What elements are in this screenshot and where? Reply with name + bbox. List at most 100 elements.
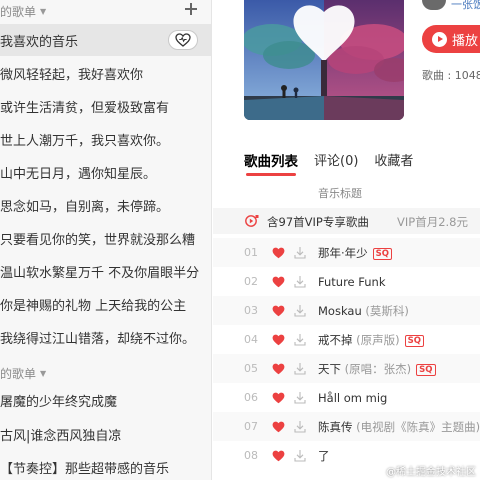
- watermark: @稀土掘金技术社区: [386, 467, 476, 478]
- download-icon[interactable]: [294, 391, 306, 404]
- track-title: 陈真传 (电视剧《陈真》主题曲): [318, 419, 480, 435]
- sidebar-playlist-item[interactable]: 思念如马，自别离，未停蹄。: [0, 189, 211, 221]
- download-icon[interactable]: [294, 246, 306, 259]
- playlist-label: 我绕得过江山错落，却绕不过你。: [0, 331, 196, 347]
- playlist-label: 屠魔的少年终究成魔: [0, 394, 118, 410]
- created-playlists-header[interactable]: 的歌单 ▼: [0, 1, 46, 21]
- playlist-label: 世上人潮万千，我只喜欢你。: [0, 133, 170, 149]
- track-row[interactable]: 03 Moskau (莫斯科): [213, 296, 480, 325]
- track-subtitle: (电视剧《陈真》主题曲): [356, 419, 480, 434]
- tab-subscribers[interactable]: 收藏者: [374, 150, 413, 176]
- sidebar-item-liked-music[interactable]: 我喜欢的音乐: [0, 24, 211, 56]
- playlist-label: 温山软水繁星万千 不及你眉眼半分: [0, 265, 200, 281]
- track-name: 戒不掉: [318, 332, 353, 347]
- playlist-label: 只要看见你的笑，世界就没那么糟: [0, 232, 196, 248]
- liked-heart-icon[interactable]: [272, 305, 285, 317]
- heartbeat-mode-button[interactable]: [168, 30, 198, 50]
- tab-song-list[interactable]: 歌曲列表: [244, 150, 298, 176]
- tab-label: 歌曲列表: [244, 154, 298, 170]
- track-subtitle: (原声版): [356, 332, 400, 347]
- song-count: 歌曲 : 1048: [422, 69, 480, 82]
- playlist-cover[interactable]: [244, 0, 404, 120]
- sidebar-playlist-item[interactable]: 只要看见你的笑，世界就没那么糟: [0, 222, 211, 254]
- play-icon: [432, 31, 447, 47]
- track-title: 那年·年少 SQ: [318, 245, 393, 261]
- chevron-down-icon: ▼: [40, 368, 47, 378]
- column-header-title[interactable]: 音乐标题: [318, 185, 362, 201]
- playlist-label: 思念如马，自别离，未停蹄。: [0, 199, 170, 215]
- liked-heart-icon[interactable]: [272, 247, 285, 259]
- playlist-detail: 一张饭 播放 歌曲 : 1048 歌曲列表 评论(0) 收藏者 音乐标题 含97…: [213, 0, 480, 480]
- download-icon[interactable]: [294, 362, 306, 375]
- track-row[interactable]: 02 Future Funk: [213, 267, 480, 296]
- active-tab-indicator: [246, 173, 296, 176]
- track-number: 05: [244, 362, 258, 375]
- download-icon[interactable]: [294, 304, 306, 317]
- vip-songs-banner[interactable]: 含97首VIP专享歌曲 VIP首月2.8元: [213, 208, 480, 234]
- tab-label: 收藏者: [374, 154, 414, 169]
- download-icon[interactable]: [294, 333, 306, 346]
- track-row[interactable]: 01 那年·年少 SQ: [213, 238, 480, 267]
- track-title: Håll om mig: [318, 391, 387, 405]
- sq-badge: SQ: [372, 247, 393, 260]
- liked-heart-icon[interactable]: [272, 334, 285, 346]
- track-row[interactable]: 07 陈真传 (电视剧《陈真》主题曲): [213, 412, 480, 441]
- detail-tabs: 歌曲列表 评论(0) 收藏者: [244, 150, 429, 176]
- liked-heart-icon[interactable]: [272, 363, 285, 375]
- play-all-button[interactable]: 播放: [422, 25, 480, 53]
- track-name: 那年·年少: [318, 245, 368, 260]
- liked-heart-icon[interactable]: [272, 276, 285, 288]
- track-name: Moskau: [318, 303, 362, 318]
- track-number: 04: [244, 333, 258, 346]
- sidebar-playlist-item[interactable]: 我绕得过江山错落，却绕不过你。: [0, 321, 211, 353]
- created-playlists-label: 的歌单: [0, 4, 37, 19]
- download-icon[interactable]: [294, 275, 306, 288]
- sidebar-playlist-item[interactable]: 世上人潮万千，我只喜欢你。: [0, 123, 211, 155]
- tab-comments[interactable]: 评论(0): [314, 150, 358, 176]
- playlist-label: 山中无日月，遇你知星辰。: [0, 166, 157, 182]
- collected-playlists-label: 的歌单: [0, 366, 37, 381]
- track-row[interactable]: 05 天下 (原唱：张杰) SQ: [213, 354, 480, 383]
- track-row[interactable]: 06 Håll om mig: [213, 383, 480, 412]
- track-number: 01: [244, 246, 258, 259]
- track-number: 03: [244, 304, 258, 317]
- sidebar-playlist-item[interactable]: 屠魔的少年终究成魔: [0, 384, 211, 416]
- playlist-label: 或许生活清贫，但爱极致富有: [0, 100, 170, 116]
- track-title: Future Funk: [318, 275, 386, 289]
- track-title: 戒不掉 (原声版) SQ: [318, 332, 424, 348]
- creator-name-link[interactable]: 一张饭: [451, 0, 480, 12]
- sidebar-playlist-item[interactable]: 或许生活清贫，但爱极致富有: [0, 90, 211, 122]
- sidebar-playlist-item[interactable]: 山中无日月，遇你知星辰。: [0, 156, 211, 188]
- sidebar-playlist-item[interactable]: 温山软水繁星万千 不及你眉眼半分: [0, 255, 211, 287]
- track-title: 了: [318, 448, 330, 464]
- collected-playlists-header[interactable]: 的歌单 ▼: [0, 363, 46, 383]
- track-title: 天下 (原唱：张杰) SQ: [318, 361, 436, 377]
- sidebar-playlist-item[interactable]: 你是神赐的礼物 上天给我的公主: [0, 288, 211, 320]
- creator-avatar[interactable]: [422, 0, 446, 10]
- track-name: Håll om mig: [318, 390, 388, 405]
- track-number: 02: [244, 275, 258, 288]
- sidebar-playlist-item[interactable]: 古风|谁念西风独自凉: [0, 418, 211, 450]
- playlist-label: 古风|谁念西风独自凉: [0, 428, 122, 444]
- liked-heart-icon[interactable]: [272, 421, 285, 433]
- track-number: 07: [244, 420, 258, 433]
- add-playlist-button[interactable]: [183, 1, 199, 17]
- tab-label: 评论(0): [314, 154, 359, 169]
- track-name: 天下: [318, 361, 341, 376]
- track-row[interactable]: 04 戒不掉 (原声版) SQ: [213, 325, 480, 354]
- sidebar-playlist-item[interactable]: 微风轻轻起，我好喜欢你: [0, 57, 211, 89]
- liked-heart-icon[interactable]: [272, 392, 285, 404]
- playlist-label: 你是神赐的礼物 上天给我的公主: [0, 298, 187, 314]
- track-number: 08: [244, 449, 258, 462]
- track-number: 06: [244, 391, 258, 404]
- play-all-label: 播放: [452, 33, 479, 49]
- download-icon[interactable]: [294, 420, 306, 433]
- vip-price-link[interactable]: VIP首月2.8元: [397, 214, 468, 230]
- download-icon[interactable]: [294, 449, 306, 462]
- sq-badge: SQ: [416, 363, 436, 376]
- chevron-down-icon: ▼: [40, 6, 47, 16]
- sidebar-playlist-item[interactable]: 【节奏控】那些超带感的音乐: [0, 451, 211, 480]
- liked-heart-icon[interactable]: [272, 450, 285, 462]
- playlist-label: 【节奏控】那些超带感的音乐: [0, 461, 170, 477]
- vip-play-icon: [245, 215, 259, 227]
